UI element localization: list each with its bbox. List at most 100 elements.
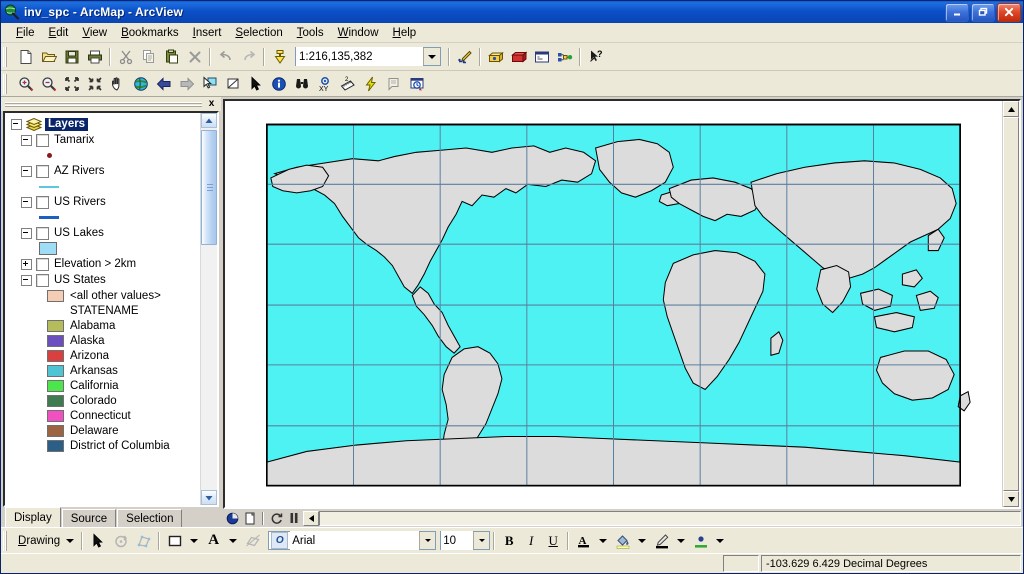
chevron-down-icon[interactable] — [473, 532, 490, 549]
select-elements-arrow-icon[interactable] — [86, 530, 109, 552]
refresh-view-icon[interactable] — [267, 510, 285, 526]
fixed-zoom-in-icon[interactable] — [60, 73, 83, 95]
map-scale-input[interactable] — [296, 47, 423, 66]
expander-minus-icon[interactable] — [21, 227, 32, 239]
chevron-down-icon[interactable] — [716, 538, 725, 543]
font-size-input[interactable] — [441, 531, 474, 550]
chevron-down-icon[interactable] — [66, 538, 75, 543]
pause-drawing-icon[interactable] — [285, 510, 303, 526]
scrollbar-thumb[interactable] — [201, 130, 217, 245]
chevron-down-icon[interactable] — [419, 532, 436, 549]
layer-visibility-checkbox[interactable] — [36, 164, 49, 178]
fill-color-icon[interactable] — [611, 530, 634, 552]
expander-minus-icon[interactable] — [21, 196, 32, 208]
model-builder-icon[interactable] — [553, 46, 576, 68]
tab-display[interactable]: Display — [5, 507, 61, 527]
font-name-combobox[interactable]: O — [268, 531, 437, 550]
scroll-down-icon[interactable] — [1003, 491, 1019, 507]
paste-clipboard-icon[interactable] — [160, 46, 183, 68]
command-line-icon[interactable] — [530, 46, 553, 68]
delete-x-icon[interactable] — [183, 46, 206, 68]
scrollbar-track[interactable] — [1003, 117, 1019, 491]
expander-minus-icon[interactable] — [21, 274, 32, 286]
line-color-icon[interactable] — [650, 530, 673, 552]
layer-item-elevation[interactable]: Elevation > 2km — [5, 256, 200, 272]
map-vertical-scrollbar[interactable] — [1002, 101, 1019, 507]
arctoolbox-icon[interactable] — [484, 46, 507, 68]
layer-item-tamarix[interactable]: Tamarix — [5, 132, 200, 148]
zoom-in-icon[interactable] — [14, 73, 37, 95]
full-extent-globe-icon[interactable] — [129, 73, 152, 95]
layer-item-az-rivers[interactable]: AZ Rivers — [5, 163, 200, 179]
menu-window[interactable]: Window — [331, 25, 386, 41]
map-canvas[interactable] — [225, 101, 1002, 507]
context-help-icon[interactable]: ? — [584, 46, 607, 68]
layer-visibility-checkbox[interactable] — [36, 133, 49, 147]
expander-minus-icon[interactable] — [21, 134, 32, 146]
menu-insert[interactable]: Insert — [186, 25, 229, 41]
copy-icon[interactable] — [137, 46, 160, 68]
toolbar-grip[interactable] — [3, 73, 11, 94]
layer-visibility-checkbox[interactable] — [36, 195, 49, 209]
cut-scissors-icon[interactable] — [114, 46, 137, 68]
hyperlink-lightning-icon[interactable] — [359, 73, 382, 95]
open-folder-icon[interactable] — [37, 46, 60, 68]
back-extent-icon[interactable] — [152, 73, 175, 95]
menu-bookmarks[interactable]: Bookmarks — [114, 25, 186, 41]
close-icon[interactable]: x — [205, 98, 218, 110]
toolbar-grip[interactable] — [3, 46, 11, 67]
select-features-icon[interactable] — [198, 73, 221, 95]
layer-item-us-lakes[interactable]: US Lakes — [5, 225, 200, 241]
new-text-icon[interactable]: A — [202, 530, 225, 552]
chevron-down-icon[interactable] — [638, 538, 647, 543]
redo-arrow-icon[interactable] — [237, 46, 260, 68]
identify-icon[interactable] — [267, 73, 290, 95]
pan-hand-icon[interactable] — [106, 73, 129, 95]
new-document-icon[interactable] — [14, 46, 37, 68]
scrollbar-track[interactable] — [201, 128, 217, 490]
toc-vertical-scrollbar[interactable] — [200, 113, 217, 505]
zoom-out-icon[interactable] — [37, 73, 60, 95]
select-elements-icon[interactable] — [244, 73, 267, 95]
scrollbar-thumb[interactable] — [1003, 117, 1019, 491]
rotate-element-icon[interactable] — [109, 530, 132, 552]
layer-visibility-checkbox[interactable] — [36, 273, 49, 287]
menu-view[interactable]: View — [75, 25, 114, 41]
chevron-down-icon[interactable] — [423, 48, 440, 65]
menu-tools[interactable]: Tools — [290, 25, 331, 41]
chevron-down-icon[interactable] — [229, 538, 238, 543]
scroll-up-icon[interactable] — [1003, 101, 1019, 117]
underline-button[interactable]: U — [542, 531, 564, 551]
editor-toolbar-icon[interactable] — [453, 46, 476, 68]
italic-button[interactable]: I — [520, 531, 542, 551]
layout-view-icon[interactable] — [241, 510, 259, 526]
scroll-left-icon[interactable] — [303, 510, 319, 526]
edit-vertices-icon[interactable] — [132, 530, 155, 552]
save-disk-icon[interactable] — [60, 46, 83, 68]
measure-ruler-icon[interactable]: 2 — [336, 73, 359, 95]
drawing-clip-icon[interactable] — [241, 530, 264, 552]
layer-list[interactable]: Layers Tamarix AZ Rivers US Rivers US La… — [5, 113, 200, 505]
time-window-icon[interactable] — [405, 73, 428, 95]
menu-file[interactable]: File — [9, 25, 42, 41]
fixed-zoom-out-icon[interactable] — [83, 73, 106, 95]
add-data-icon[interactable] — [268, 46, 291, 68]
arccatalog-icon[interactable] — [507, 46, 530, 68]
layer-visibility-checkbox[interactable] — [36, 257, 49, 271]
layer-item-us-rivers[interactable]: US Rivers — [5, 194, 200, 210]
data-view-icon[interactable] — [223, 510, 241, 526]
bold-button[interactable]: B — [498, 531, 520, 551]
scroll-up-icon[interactable] — [201, 113, 217, 128]
font-size-combobox[interactable] — [440, 531, 491, 550]
layer-visibility-checkbox[interactable] — [36, 226, 49, 240]
go-to-xy-icon[interactable]: XY — [313, 73, 336, 95]
chevron-down-icon[interactable] — [190, 538, 199, 543]
html-popup-icon[interactable] — [382, 73, 405, 95]
expander-plus-icon[interactable] — [21, 258, 32, 270]
toc-root-layers[interactable]: Layers — [5, 116, 200, 132]
expander-minus-icon[interactable] — [11, 118, 22, 130]
menu-help[interactable]: Help — [386, 25, 424, 41]
restore-button[interactable] — [971, 2, 995, 22]
marker-color-icon[interactable] — [689, 530, 712, 552]
new-rectangle-icon[interactable] — [163, 530, 186, 552]
